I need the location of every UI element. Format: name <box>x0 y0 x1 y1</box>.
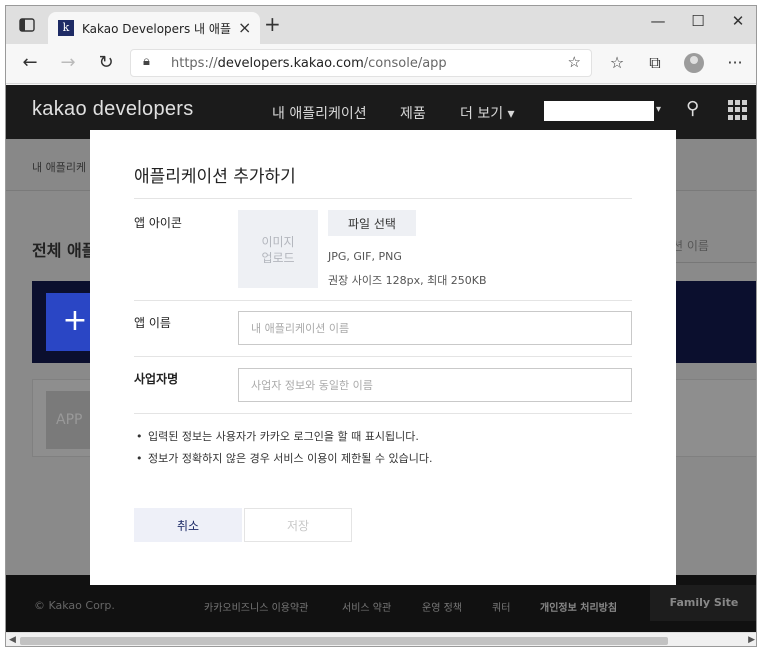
footer-link-service-terms[interactable]: 서비스 약관 <box>342 599 391 614</box>
save-button[interactable]: 저장 <box>244 508 352 542</box>
address-toolbar: ← → ↻ 🔒︎ https://developers.kakao.com/co… <box>6 44 756 84</box>
scroll-left-icon[interactable]: ◀ <box>9 635 16 645</box>
url-text: https://developers.kakao.com/console/app <box>171 56 447 71</box>
footer-link-privacy[interactable]: 개인정보 처리방침 <box>540 599 617 614</box>
address-bar[interactable]: 🔒︎ https://developers.kakao.com/console/… <box>130 49 592 77</box>
copyright: © Kakao Corp. <box>34 599 115 612</box>
minimize-icon[interactable]: — <box>638 12 678 30</box>
tab-close-icon[interactable]: × <box>238 18 251 37</box>
scroll-right-icon[interactable]: ▶ <box>748 635 755 645</box>
dialog-title: 애플리케이션 추가하기 <box>134 167 296 187</box>
company-name-input[interactable] <box>238 368 632 402</box>
divider <box>134 356 632 357</box>
apps-grid-icon[interactable] <box>728 100 748 120</box>
divider <box>134 198 632 199</box>
notice-item: • 정보가 정확하지 않은 경우 서비스 이용이 제한될 수 있습니다. <box>136 452 433 465</box>
forward-icon[interactable]: → <box>54 52 82 73</box>
scrollbar-thumb[interactable] <box>20 637 668 645</box>
account-dropdown-icon[interactable]: ▾ <box>656 104 661 115</box>
nav-products[interactable]: 제품 <box>400 103 426 123</box>
footer-link-policy[interactable]: 운영 정책 <box>422 599 462 614</box>
maximize-icon[interactable]: ☐ <box>678 12 718 30</box>
add-favorite-icon[interactable]: ☆ <box>568 53 581 71</box>
profile-avatar[interactable] <box>684 53 704 73</box>
collections-icon[interactable]: ⧉ <box>644 53 666 73</box>
page-title: 전체 애플 <box>32 241 97 260</box>
add-application-dialog: 애플리케이션 추가하기 앱 아이콘 이미지 업로드 파일 선택 JPG, GIF… <box>90 130 676 585</box>
favorites-icon[interactable]: ☆ <box>606 53 628 72</box>
more-menu-icon[interactable]: ··· <box>724 53 746 72</box>
back-icon[interactable]: ← <box>16 52 44 73</box>
reload-icon[interactable]: ↻ <box>92 52 120 73</box>
tab-strip: k Kakao Developers 내 애플리케이 × + — ☐ ✕ <box>6 6 756 44</box>
account-menu[interactable] <box>544 101 654 121</box>
nav-more[interactable]: 더 보기 ▾ <box>460 103 515 123</box>
nav-my-applications[interactable]: 내 애플리케이션 <box>272 103 367 123</box>
kakao-favicon-icon: k <box>58 20 74 36</box>
app-icon-label: 앱 아이콘 <box>134 216 182 230</box>
notice-item: • 입력된 정보는 사용자가 카카오 로그인을 할 때 표시됩니다. <box>136 430 419 443</box>
icon-format-hint: JPG, GIF, PNG <box>328 250 402 263</box>
tab-actions-icon[interactable] <box>18 16 36 34</box>
cancel-button[interactable]: 취소 <box>134 508 242 542</box>
tab-title: Kakao Developers 내 애플리케이 <box>82 22 232 36</box>
lock-icon[interactable]: 🔒︎ <box>143 54 150 69</box>
icon-size-hint: 권장 사이즈 128px, 최대 250KB <box>328 274 487 287</box>
divider <box>134 300 632 301</box>
company-name-label: 사업자명 <box>134 372 179 386</box>
divider <box>134 413 632 414</box>
app-name-label: 앱 이름 <box>134 316 171 330</box>
page: kakao developers 내 애플리케이션 제품 더 보기 ▾ ▾ ⚲ … <box>6 85 756 632</box>
new-tab-icon[interactable]: + <box>264 12 281 36</box>
footer-link-quota[interactable]: 쿼터 <box>492 599 510 614</box>
window-close-icon[interactable]: ✕ <box>718 12 756 30</box>
family-site-button[interactable]: Family Site <box>650 585 756 621</box>
choose-file-button[interactable]: 파일 선택 <box>328 210 416 236</box>
app-name-input[interactable] <box>238 311 632 345</box>
footer-link-business-terms[interactable]: 카카오비즈니스 이용약관 <box>204 599 308 614</box>
browser-tab-active[interactable]: k Kakao Developers 내 애플리케이 × <box>48 12 260 44</box>
image-upload-box[interactable]: 이미지 업로드 <box>238 210 318 288</box>
kakao-developers-logo[interactable]: kakao developers <box>32 98 194 121</box>
search-icon[interactable]: ⚲ <box>686 98 699 119</box>
browser-window: k Kakao Developers 내 애플리케이 × + — ☐ ✕ ← →… <box>5 5 757 647</box>
horizontal-scrollbar[interactable]: ◀ ▶ <box>6 632 756 646</box>
